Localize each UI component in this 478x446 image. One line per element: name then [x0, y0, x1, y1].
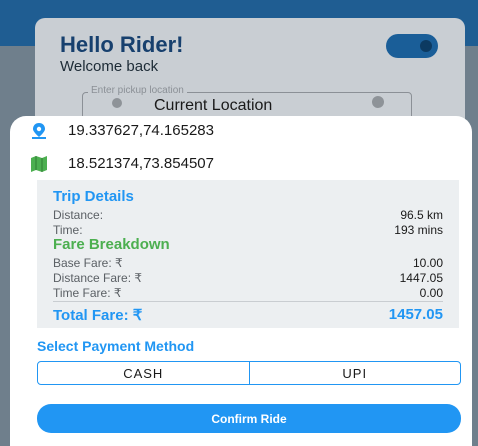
welcome-text: Welcome back — [60, 58, 159, 75]
payment-option-cash[interactable]: CASH — [38, 362, 249, 384]
pickup-field-label: Enter pickup location — [88, 85, 187, 96]
trip-details-card: Trip Details Distance: 96.5 km Time: 193… — [37, 180, 459, 328]
total-fare-row: Total Fare: ₹ 1457.05 — [53, 306, 443, 324]
total-fare-value: 1457.05 — [388, 306, 443, 323]
time-fare-value: 0.00 — [419, 286, 443, 300]
fare-divider — [53, 301, 443, 302]
pickup-coordinates: 19.337627,74.165283 — [68, 122, 214, 139]
time-value: 193 mins — [394, 223, 443, 237]
total-fare-label: Total Fare: ₹ — [53, 307, 143, 324]
greeting-text: Hello Rider! — [60, 32, 184, 57]
distance-fare-label: Distance Fare: ₹ — [53, 271, 142, 285]
pickup-field-value: Current Location — [154, 97, 273, 114]
distance-fare-value: 1447.05 — [399, 271, 443, 285]
theme-toggle — [386, 34, 438, 58]
time-fare-label: Time Fare: ₹ — [53, 286, 122, 300]
payment-option-upi[interactable]: UPI — [248, 362, 461, 384]
distance-label: Distance: — [53, 208, 104, 222]
destination-coordinates: 18.521374,73.854507 — [68, 155, 214, 172]
time-row: Time: 193 mins — [53, 223, 443, 237]
payment-method-toggle: CASH UPI — [37, 361, 461, 385]
location-pin-icon — [32, 122, 46, 139]
distance-value: 96.5 km — [400, 208, 443, 222]
base-fare-label: Base Fare: ₹ — [53, 256, 123, 270]
fare-breakdown-title: Fare Breakdown — [53, 236, 170, 253]
payment-method-title: Select Payment Method — [37, 338, 195, 354]
confirm-ride-button[interactable]: Confirm Ride — [37, 404, 461, 433]
time-fare-row: Time Fare: ₹ 0.00 — [53, 286, 443, 300]
pickup-pin-icon — [112, 98, 122, 108]
destination-coordinates-row: 18.521374,73.854507 — [30, 155, 214, 172]
map-icon — [31, 155, 47, 172]
pickup-coordinates-row: 19.337627,74.165283 — [30, 122, 214, 139]
distance-row: Distance: 96.5 km — [53, 208, 443, 222]
distance-fare-row: Distance Fare: ₹ 1447.05 — [53, 271, 443, 285]
time-label: Time: — [53, 223, 83, 237]
base-fare-row: Base Fare: ₹ 10.00 — [53, 256, 443, 270]
locate-icon — [372, 96, 384, 108]
base-fare-value: 10.00 — [412, 256, 443, 270]
trip-details-title: Trip Details — [53, 188, 134, 205]
